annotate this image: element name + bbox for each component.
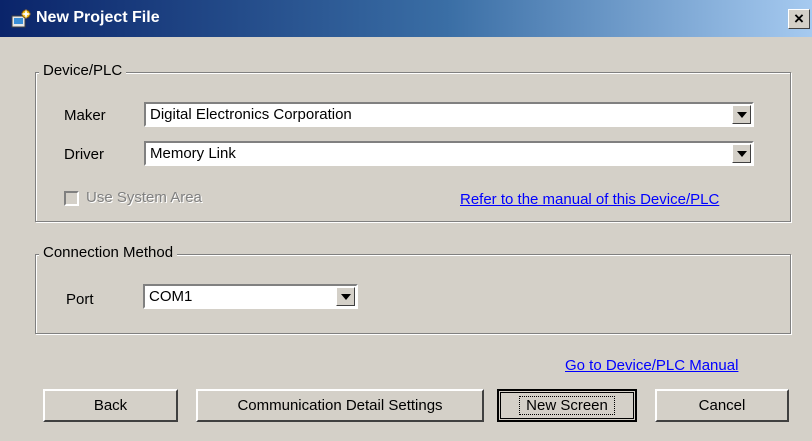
- connection-method-legend: Connection Method: [39, 244, 178, 261]
- maker-label: Maker: [64, 107, 106, 124]
- close-button[interactable]: ×: [788, 9, 810, 29]
- new-project-file-dialog: New Project File × Device/PLC Maker Digi…: [0, 0, 812, 441]
- title-bar[interactable]: New Project File ×: [0, 0, 812, 37]
- window-title: New Project File: [36, 9, 160, 26]
- port-label: Port: [66, 291, 94, 308]
- cancel-label: Cancel: [698, 397, 746, 414]
- close-icon: ×: [794, 9, 804, 28]
- device-plc-legend: Device/PLC: [39, 62, 127, 79]
- driver-value: Memory Link: [150, 145, 236, 162]
- new-screen-button[interactable]: New Screen: [497, 389, 637, 422]
- app-icon: [11, 9, 31, 28]
- back-button[interactable]: Back: [43, 389, 178, 422]
- new-screen-label: New Screen: [519, 396, 615, 415]
- maker-value: Digital Electronics Corporation: [150, 106, 352, 123]
- device-manual-link[interactable]: Refer to the manual of this Device/PLC: [460, 191, 719, 208]
- cancel-button[interactable]: Cancel: [655, 389, 789, 422]
- use-system-area-label: Use System Area: [86, 189, 202, 206]
- chevron-down-icon[interactable]: [732, 105, 751, 124]
- communication-settings-label: Communication Detail Settings: [237, 397, 443, 414]
- maker-dropdown[interactable]: Digital Electronics Corporation: [144, 102, 754, 127]
- driver-label: Driver: [64, 146, 104, 163]
- chevron-down-icon[interactable]: [732, 144, 751, 163]
- port-value: COM1: [149, 288, 193, 305]
- port-dropdown[interactable]: COM1: [143, 284, 358, 309]
- back-button-label: Back: [93, 397, 128, 414]
- driver-dropdown[interactable]: Memory Link: [144, 141, 754, 166]
- use-system-area-checkbox[interactable]: [64, 191, 79, 206]
- go-to-manual-link[interactable]: Go to Device/PLC Manual: [565, 357, 738, 374]
- communication-detail-settings-button[interactable]: Communication Detail Settings: [196, 389, 484, 422]
- chevron-down-icon[interactable]: [336, 287, 355, 306]
